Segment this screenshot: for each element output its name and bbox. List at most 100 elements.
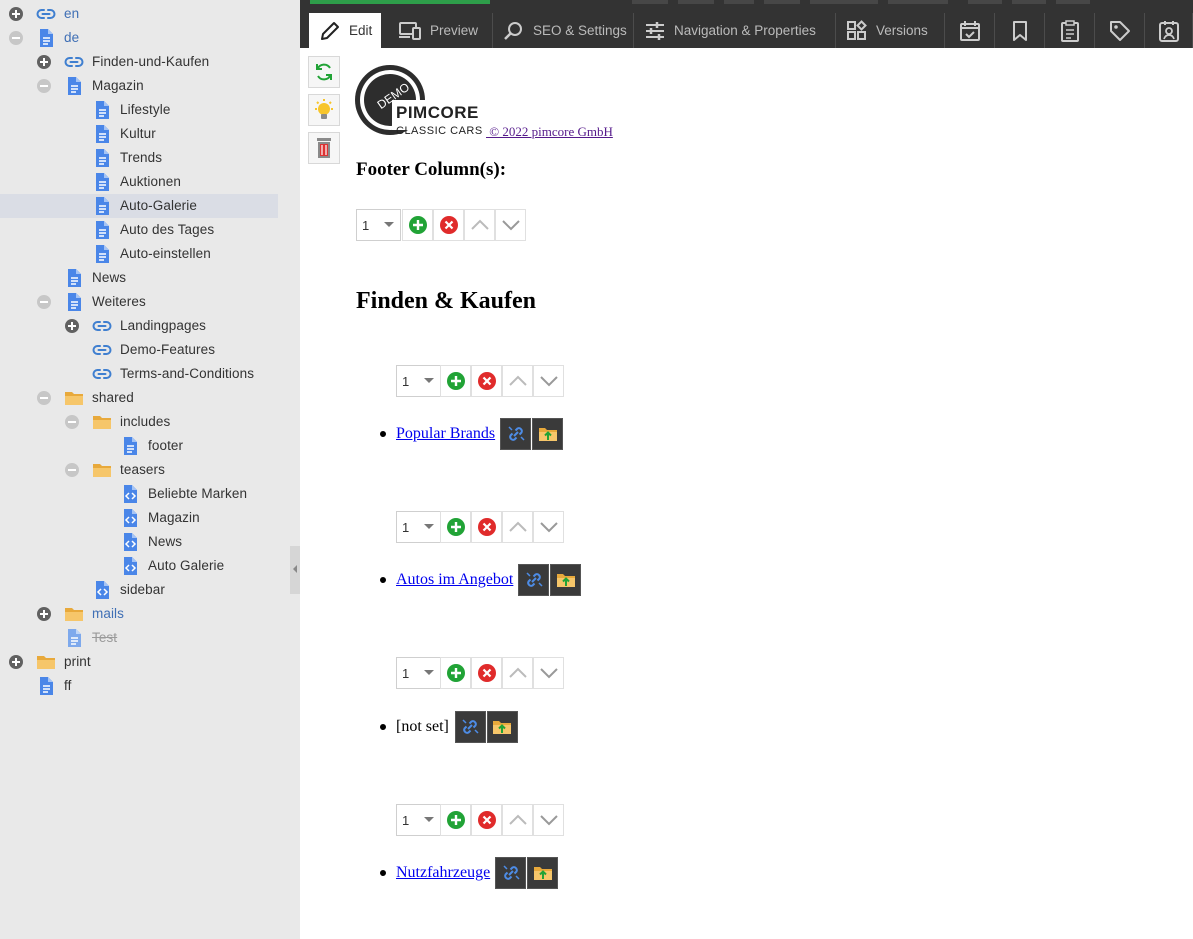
move-up-button[interactable] [502, 657, 533, 689]
tab-versions[interactable]: Versions [836, 13, 945, 48]
tree-item-finden-und-kaufen[interactable]: Finden-und-Kaufen [0, 50, 278, 74]
remove-block-button[interactable] [471, 365, 502, 397]
tree-item-auto-des-tages[interactable]: Auto des Tages [0, 218, 278, 242]
remove-block-button[interactable] [433, 209, 464, 241]
tab-dependencies[interactable] [1145, 13, 1193, 48]
clear-button[interactable] [308, 132, 340, 164]
move-down-button[interactable] [533, 657, 564, 689]
block-count-select[interactable]: 1 [396, 804, 441, 836]
tree-item-demo-features[interactable]: Demo-Features [0, 338, 278, 362]
remove-block-button[interactable] [471, 804, 502, 836]
expand-icon[interactable] [9, 7, 23, 21]
tree-item-news-snippet[interactable]: News [0, 530, 278, 554]
tab-schedule[interactable] [945, 13, 995, 48]
sidebar-collapse-handle[interactable] [290, 546, 300, 594]
tab-notes[interactable] [995, 13, 1045, 48]
reload-button[interactable] [308, 56, 340, 88]
collapse-icon[interactable] [37, 295, 51, 309]
block-count-select[interactable]: 1 [396, 657, 441, 689]
tree-item-en[interactable]: en [0, 2, 278, 26]
link-popular-brands[interactable]: Popular Brands [396, 425, 495, 443]
tree-item-auktionen[interactable]: Auktionen [0, 170, 278, 194]
open-target-button[interactable] [527, 857, 559, 889]
remove-block-button[interactable] [471, 657, 502, 689]
edit-link-button[interactable] [454, 711, 486, 743]
add-block-button[interactable] [440, 804, 471, 836]
tree-item-label: Demo-Features [120, 342, 216, 357]
tree-item-mails[interactable]: mails [0, 602, 278, 626]
close-circle-icon [477, 518, 496, 536]
add-block-button[interactable] [440, 511, 471, 543]
tab-navigation-properties[interactable]: Navigation & Properties [634, 13, 836, 48]
remove-block-button[interactable] [471, 511, 502, 543]
edit-link-button[interactable] [518, 564, 550, 596]
folder-open-icon [556, 574, 575, 587]
tab-preview[interactable]: Preview [388, 13, 493, 48]
move-up-button[interactable] [502, 511, 533, 543]
edit-link-button[interactable] [495, 857, 527, 889]
tree-item-terms-and-conditions[interactable]: Terms-and-Conditions [0, 362, 278, 386]
tree-item-sidebar[interactable]: sidebar [0, 578, 278, 602]
move-up-button[interactable] [502, 365, 533, 397]
document-icon [96, 173, 109, 191]
tree-item-test[interactable]: Test [0, 626, 278, 650]
tree-item-auto-galerie[interactable]: Auto-Galerie [0, 194, 278, 218]
tree-item-lifestyle[interactable]: Lifestyle [0, 98, 278, 122]
tree-item-kultur[interactable]: Kultur [0, 122, 278, 146]
add-block-button[interactable] [440, 657, 471, 689]
block-count-select[interactable]: 1 [396, 511, 441, 543]
tab-tags[interactable] [1095, 13, 1145, 48]
tree-item-magazin[interactable]: Magazin [0, 74, 278, 98]
tree-item-teasers[interactable]: teasers [0, 458, 278, 482]
tree-item-news[interactable]: News [0, 266, 278, 290]
tab-tasks[interactable] [1045, 13, 1095, 48]
collapse-icon[interactable] [65, 463, 79, 477]
collapse-icon[interactable] [65, 415, 79, 429]
tree-item-shared[interactable]: shared [0, 386, 278, 410]
tab-seo-settings[interactable]: SEO & Settings [493, 13, 634, 48]
move-down-button[interactable] [495, 209, 526, 241]
move-down-button[interactable] [533, 804, 564, 836]
add-block-button[interactable] [402, 209, 433, 241]
close-circle-icon [477, 372, 496, 390]
move-down-button[interactable] [533, 511, 564, 543]
block-count-select[interactable]: 1 [356, 209, 401, 241]
tree-item-ff[interactable]: ff [0, 674, 278, 698]
tree-item-trends[interactable]: Trends [0, 146, 278, 170]
highlight-editables-button[interactable] [308, 94, 340, 126]
tree-item-de[interactable]: de [0, 26, 278, 50]
tree-item-includes[interactable]: includes [0, 410, 278, 434]
folder-icon [65, 392, 83, 405]
tree-item-weiteres[interactable]: Weiteres [0, 290, 278, 314]
tree-item-beliebte-marken[interactable]: Beliebte Marken [0, 482, 278, 506]
open-target-button[interactable] [532, 418, 564, 450]
move-down-button[interactable] [533, 365, 564, 397]
link-nutzfahrzeuge[interactable]: Nutzfahrzeuge [396, 864, 490, 882]
tree-item-auto-einstellen[interactable]: Auto-einstellen [0, 242, 278, 266]
block-count-select[interactable]: 1 [396, 365, 441, 397]
open-target-button[interactable] [550, 564, 582, 596]
collapse-icon[interactable] [37, 79, 51, 93]
copyright-link[interactable]: © 2022 pimcore GmbH [486, 124, 613, 140]
expand-icon[interactable] [9, 655, 23, 669]
link-autos-im-angebot[interactable]: Autos im Angebot [396, 571, 513, 589]
collapse-icon[interactable] [37, 391, 51, 405]
move-up-button[interactable] [464, 209, 495, 241]
expand-icon[interactable] [37, 55, 51, 69]
edit-link-button[interactable] [500, 418, 532, 450]
expand-icon[interactable] [37, 607, 51, 621]
chevron-down-icon [539, 668, 558, 679]
tree-item-print[interactable]: print [0, 650, 278, 674]
tab-label: SEO & Settings [533, 23, 627, 38]
tree-item-auto-galerie-snippet[interactable]: Auto Galerie [0, 554, 278, 578]
add-block-button[interactable] [440, 365, 471, 397]
tree-item-magazin-snippet[interactable]: Magazin [0, 506, 278, 530]
tree-item-landingpages[interactable]: Landingpages [0, 314, 278, 338]
open-target-button[interactable] [486, 711, 518, 743]
tab-edit[interactable]: Edit [309, 13, 381, 48]
chevron-up-icon [508, 814, 527, 825]
collapse-icon[interactable] [9, 31, 23, 45]
tree-item-footer[interactable]: footer [0, 434, 278, 458]
move-up-button[interactable] [502, 804, 533, 836]
expand-icon[interactable] [65, 319, 79, 333]
